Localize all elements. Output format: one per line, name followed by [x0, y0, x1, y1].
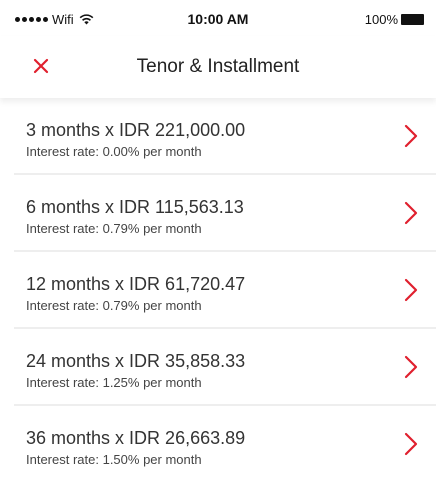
- page-title: Tenor & Installment: [136, 56, 300, 77]
- option-interest-rate: Interest rate: 1.25% per month: [26, 375, 202, 390]
- chevron-right-icon: [404, 355, 418, 379]
- option-interest-rate: Interest rate: 0.00% per month: [26, 144, 202, 159]
- option-title: 24 months x IDR 35,858.33: [26, 351, 246, 371]
- option-title: 6 months x IDR 115,563.13: [26, 197, 244, 217]
- tenor-option-36-months[interactable]: 36 months x IDR 26,663.89 Interest rate:…: [14, 406, 436, 483]
- option-interest-rate: Interest rate: 0.79% per month: [26, 221, 202, 236]
- option-title: 3 months x IDR 221,000.00: [26, 120, 246, 140]
- chevron-right-icon: [404, 432, 418, 456]
- battery-label: 100%: [364, 12, 398, 27]
- tenor-option-24-months[interactable]: 24 months x IDR 35,858.33 Interest rate:…: [14, 329, 436, 406]
- tenor-option-6-months[interactable]: 6 months x IDR 115,563.13 Interest rate:…: [14, 175, 436, 252]
- battery-icon: [401, 14, 424, 25]
- chevron-right-icon: [404, 124, 418, 148]
- chevron-right-icon: [404, 278, 418, 302]
- tenor-option-list: 3 months x IDR 221,000.00 Interest rate:…: [0, 98, 436, 483]
- battery-status: 100%: [365, 12, 424, 27]
- option-interest-rate: Interest rate: 1.50% per month: [26, 452, 202, 467]
- option-title: 36 months x IDR 26,663.89: [26, 428, 246, 448]
- option-interest-rate: Interest rate: 0.79% per month: [26, 298, 202, 313]
- option-title: 12 months x IDR 61,720.47: [26, 274, 246, 294]
- nav-bar: Tenor & Installment: [0, 36, 436, 98]
- status-bar: Wifi 10:00 AM 100%: [0, 0, 436, 36]
- tenor-option-12-months[interactable]: 12 months x IDR 61,720.47 Interest rate:…: [14, 252, 436, 329]
- chevron-right-icon: [404, 201, 418, 225]
- tenor-option-3-months[interactable]: 3 months x IDR 221,000.00 Interest rate:…: [14, 98, 436, 175]
